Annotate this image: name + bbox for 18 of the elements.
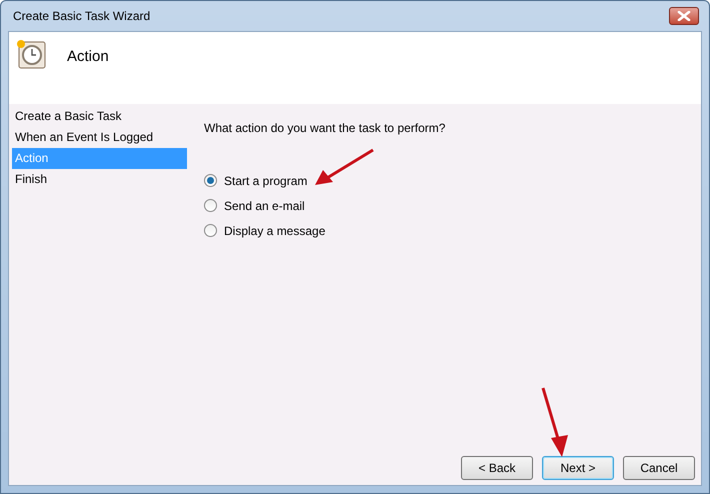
option-label: Start a program [224,172,308,190]
dialog-button[interactable]: Next > [542,456,614,480]
question-text: What action do you want the task to perform? [204,120,446,137]
radio-button[interactable] [204,174,217,187]
radio-button[interactable] [204,224,217,237]
option-label: Display a message [224,222,326,240]
wizard-step[interactable]: When an Event Is Logged [12,127,187,148]
wizard-step[interactable]: Create a Basic Task [12,106,187,127]
dialog-button[interactable]: < Back [461,456,533,480]
page-title: Action [67,47,109,67]
annotation-arrow [313,148,377,188]
close-icon [677,11,691,21]
radio-button[interactable] [204,199,217,212]
option-label: Send an e-mail [224,198,305,214]
window-title: Create Basic Task Wizard [13,8,150,25]
wizard-step[interactable]: Finish [12,169,187,190]
close-button[interactable] [669,7,699,25]
dialog-button[interactable]: Cancel [623,456,695,480]
